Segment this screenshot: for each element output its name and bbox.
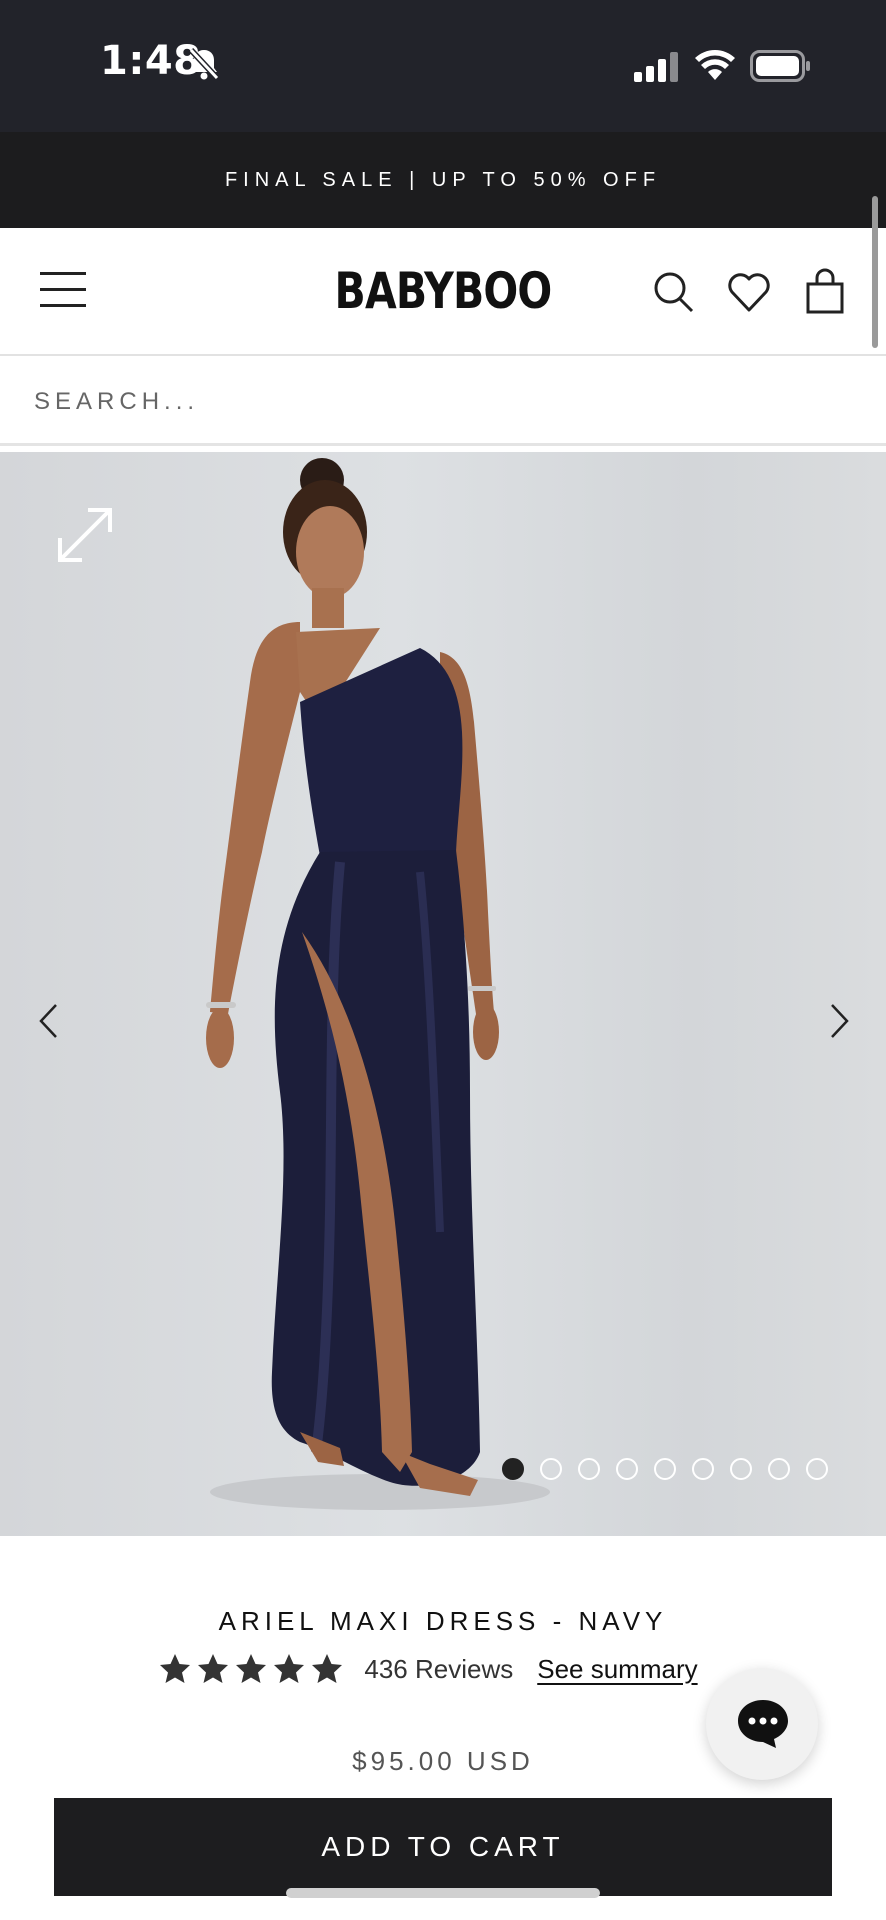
see-summary-link[interactable]: See summary [537,1654,697,1685]
search-input[interactable] [34,380,834,424]
gallery-dot[interactable] [768,1458,790,1480]
gallery-dot[interactable] [578,1458,600,1480]
page-scrollbar[interactable] [872,196,878,348]
gallery-dot[interactable] [540,1458,562,1480]
star-icon [160,1654,191,1683]
search-bar [0,358,886,446]
chat-bubble-icon [738,1700,788,1748]
search-icon[interactable] [650,268,696,316]
status-bar: 1:48 [0,0,886,132]
star-icon [198,1654,229,1683]
star-icon [274,1654,305,1683]
product-photo [206,458,550,1510]
site-header: BABYBOO [0,228,886,356]
gallery-dot[interactable] [730,1458,752,1480]
wishlist-heart-icon[interactable] [726,268,772,316]
battery-icon [750,50,810,82]
promo-text: FINAL SALE | UP TO 50% OFF [224,168,662,191]
gallery-pagination-dots [502,1458,828,1480]
add-to-cart-button[interactable]: ADD TO CART [54,1798,832,1896]
reviews-count[interactable]: 436 Reviews [364,1654,513,1685]
gallery-dot[interactable] [616,1458,638,1480]
promo-banner[interactable]: FINAL SALE | UP TO 50% OFF [0,132,886,228]
cellular-signal-icon [634,52,678,82]
wifi-icon [695,50,735,80]
brand-logo[interactable]: BABYBOO [80,262,807,320]
gallery-dot[interactable] [654,1458,676,1480]
product-image-gallery[interactable] [0,452,886,1536]
silent-bell-icon [188,47,220,81]
home-indicator[interactable] [286,1888,600,1898]
shopping-bag-icon[interactable] [802,268,848,316]
chevron-right-icon[interactable] [826,1002,852,1040]
gallery-dot[interactable] [692,1458,714,1480]
product-title: ARIEL MAXI DRESS - NAVY [218,1606,668,1636]
star-icon [312,1654,343,1683]
chevron-left-icon[interactable] [36,1002,62,1040]
expand-fullscreen-icon[interactable] [52,502,118,568]
gallery-dot[interactable] [806,1458,828,1480]
chat-widget-button[interactable] [706,1668,818,1780]
star-icon [236,1654,267,1683]
star-rating[interactable] [158,1652,344,1686]
gallery-dot[interactable] [502,1458,524,1480]
